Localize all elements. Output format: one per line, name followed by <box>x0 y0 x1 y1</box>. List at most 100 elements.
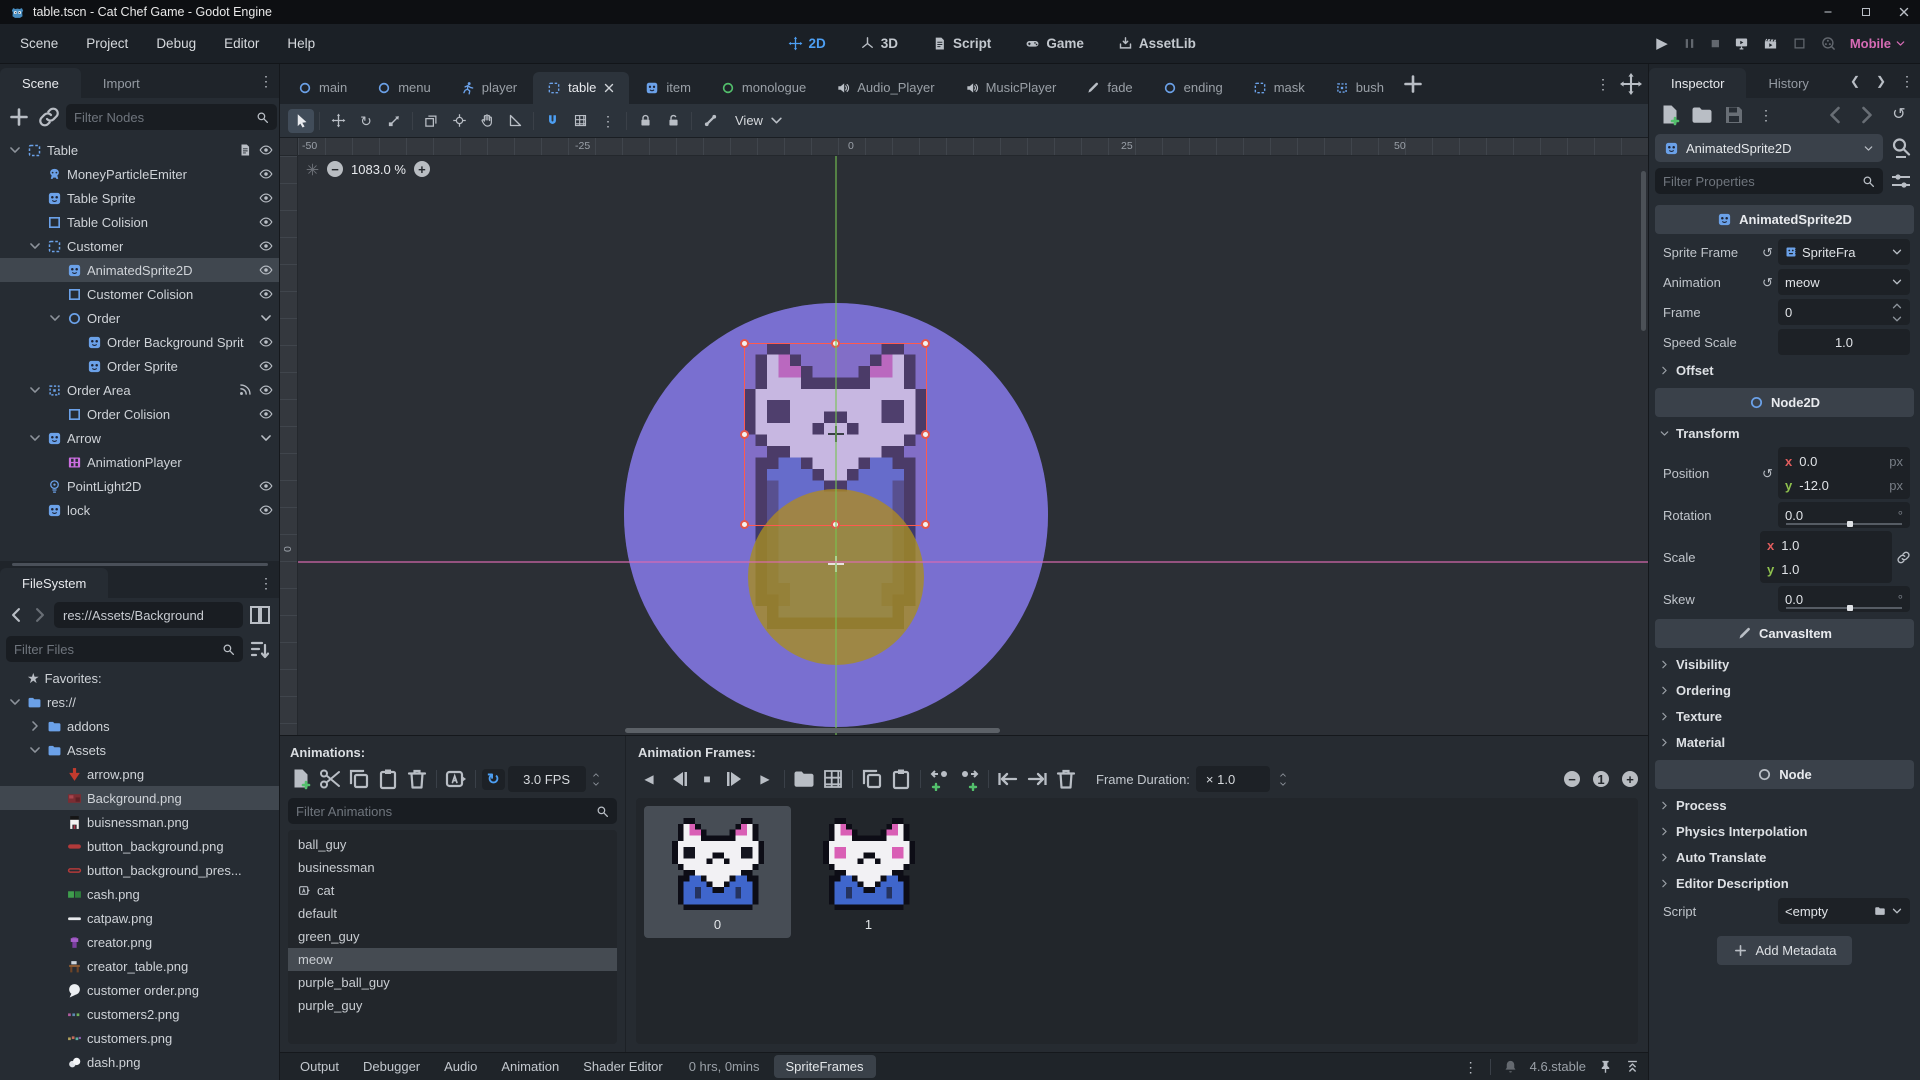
stop-icon[interactable]: ■ <box>694 767 720 791</box>
pivot-tool[interactable] <box>446 109 472 133</box>
group-ordering[interactable]: Ordering <box>1653 677 1916 703</box>
revert-icon[interactable]: ↺ <box>1761 246 1774 259</box>
fps-spinner[interactable] <box>591 771 601 788</box>
move-tool[interactable] <box>325 109 351 133</box>
scale-link-icon[interactable] <box>1896 550 1910 565</box>
visibility-eye-icon[interactable] <box>259 479 273 493</box>
2d-viewport[interactable]: -50-2502550 0 <box>280 138 1648 735</box>
visibility-eye-icon[interactable] <box>259 287 273 301</box>
scene-node-table[interactable]: Table <box>0 138 279 162</box>
canvas-hscrollbar[interactable] <box>625 728 1000 733</box>
zoom-in-button[interactable]: + <box>414 161 430 177</box>
play-custom-scene-button[interactable] <box>1792 36 1807 51</box>
bottom-tab-audio[interactable]: Audio <box>432 1055 489 1078</box>
add-frames-from-sheet-icon[interactable] <box>820 767 846 791</box>
scene-tab-main[interactable]: main <box>284 72 361 104</box>
frame-duration-spinner[interactable] <box>1278 771 1288 788</box>
scene-node-arrow[interactable]: Arrow <box>0 426 279 450</box>
loop-toggle[interactable]: ↻ <box>482 769 505 790</box>
file-item-food-png[interactable]: food.png <box>0 1074 279 1080</box>
fps-value[interactable]: 3.0 FPS <box>508 766 586 792</box>
visibility-eye-icon[interactable] <box>259 191 273 205</box>
smart-snap-toggle[interactable] <box>539 109 565 133</box>
workspace-3d[interactable]: 3D <box>850 31 908 56</box>
file-item-assets[interactable]: Assets <box>0 738 279 762</box>
zoom-percent[interactable]: 1083.0 % <box>351 162 406 177</box>
menu-project[interactable]: Project <box>74 31 140 56</box>
insert-frame-before-icon[interactable] <box>927 767 953 791</box>
file-item-cash-png[interactable]: cash.png <box>0 882 279 906</box>
tab-inspector[interactable]: Inspector <box>1649 68 1746 98</box>
ruler-tool[interactable] <box>502 109 528 133</box>
file-item-creator-png[interactable]: creator.png <box>0 930 279 954</box>
axis-y-value[interactable]: y-12.0px <box>1785 474 1903 496</box>
scene-node-customer[interactable]: Customer <box>0 234 279 258</box>
play-project-button[interactable]: ▶ <box>1656 36 1668 51</box>
property-value[interactable]: 0 <box>1778 299 1910 325</box>
property-value[interactable]: 1.0 <box>1778 329 1910 355</box>
group-offset[interactable]: Offset <box>1653 357 1916 383</box>
scene-tab-fade[interactable]: fade <box>1072 72 1146 104</box>
history-forward-icon[interactable] <box>1854 103 1880 127</box>
scene-tab-MusicPlayer[interactable]: MusicPlayer <box>951 72 1071 104</box>
file-item-button-background-pres-[interactable]: button_background_pres... <box>0 858 279 882</box>
visibility-eye-icon[interactable] <box>259 503 273 517</box>
group-physics-interpolation[interactable]: Physics Interpolation <box>1653 818 1916 844</box>
zoom-out-button[interactable]: − <box>327 161 343 177</box>
scene-tab-mask[interactable]: mask <box>1239 72 1319 104</box>
tab-import[interactable]: Import <box>81 68 162 98</box>
revert-icon[interactable]: ↺ <box>1761 276 1774 289</box>
bottom-tab-animation[interactable]: Animation <box>489 1055 571 1078</box>
visibility-eye-icon[interactable] <box>259 383 273 397</box>
visibility-eye-icon[interactable] <box>259 167 273 181</box>
filter-nodes-input[interactable] <box>74 110 250 125</box>
frame-1[interactable]: 1 <box>795 806 942 938</box>
distraction-free-icon[interactable] <box>1618 72 1644 96</box>
animation-meow[interactable]: meow <box>288 948 617 971</box>
stop-button[interactable]: ■ <box>1711 36 1720 51</box>
filesystem-menu-icon[interactable]: ⋮ <box>253 571 279 595</box>
scene-tab-menu[interactable]: menu <box>363 72 445 104</box>
filter-properties-input[interactable] <box>1663 174 1856 189</box>
bottom-menu-icon[interactable]: ⋮ <box>1464 1060 1478 1074</box>
section-animatedsprite2d[interactable]: AnimatedSprite2D <box>1655 205 1914 234</box>
group-transform[interactable]: Transform <box>1653 420 1916 446</box>
scene-node-moneyparticleemiter[interactable]: MoneyParticleEmiter <box>0 162 279 186</box>
file-item-customers2-png[interactable]: customers2.png <box>0 1002 279 1026</box>
property-value[interactable]: 0.0° <box>1778 586 1910 612</box>
maximize-button[interactable] <box>1860 6 1872 18</box>
slider-grabber[interactable] <box>1847 521 1853 527</box>
group-material[interactable]: Material <box>1653 729 1916 755</box>
collapse-icon[interactable] <box>8 143 22 157</box>
collapse-icon[interactable] <box>28 431 42 445</box>
tab-history[interactable]: History <box>1746 68 1830 98</box>
insert-frame-after-icon[interactable] <box>956 767 982 791</box>
group-auto-translate[interactable]: Auto Translate <box>1653 844 1916 870</box>
scale-tool[interactable] <box>381 109 407 133</box>
select-tool[interactable] <box>288 109 314 133</box>
edited-node-selector[interactable]: AnimatedSprite2D <box>1655 134 1883 162</box>
move-frame-right-icon[interactable] <box>1024 767 1050 791</box>
frames-zoom-in-button[interactable]: + <box>1622 771 1638 787</box>
file-item-dash-png[interactable]: dash.png <box>0 1050 279 1074</box>
group-visibility[interactable]: Visibility <box>1653 651 1916 677</box>
unlock-node-button[interactable] <box>660 109 686 133</box>
scene-node-order[interactable]: Order <box>0 306 279 330</box>
menu-debug[interactable]: Debug <box>144 31 208 56</box>
scene-node-table-colision[interactable]: Table Colision <box>0 210 279 234</box>
axis-x-value[interactable]: x0.0px <box>1785 450 1903 472</box>
selection-handle[interactable] <box>740 339 749 348</box>
resource-menu-icon[interactable]: ⋮ <box>1753 103 1779 127</box>
scene-node-pointlight2d[interactable]: PointLight2D <box>0 474 279 498</box>
scene-tab-monologue[interactable]: monologue <box>707 72 820 104</box>
scene-tab-player[interactable]: player <box>447 72 531 104</box>
workspace-assetlib[interactable]: AssetLib <box>1108 31 1206 56</box>
scene-node-order-background-sprit[interactable]: Order Background Sprit <box>0 330 279 354</box>
animation-default[interactable]: default <box>288 902 617 925</box>
pause-button[interactable] <box>1682 36 1697 51</box>
move-frame-left-icon[interactable] <box>995 767 1021 791</box>
movie-maker-button[interactable] <box>1821 36 1836 51</box>
axis-x-value[interactable]: x1.0 <box>1767 534 1885 556</box>
scene-node-order-colision[interactable]: Order Colision <box>0 402 279 426</box>
slider-grabber[interactable] <box>1847 605 1853 611</box>
